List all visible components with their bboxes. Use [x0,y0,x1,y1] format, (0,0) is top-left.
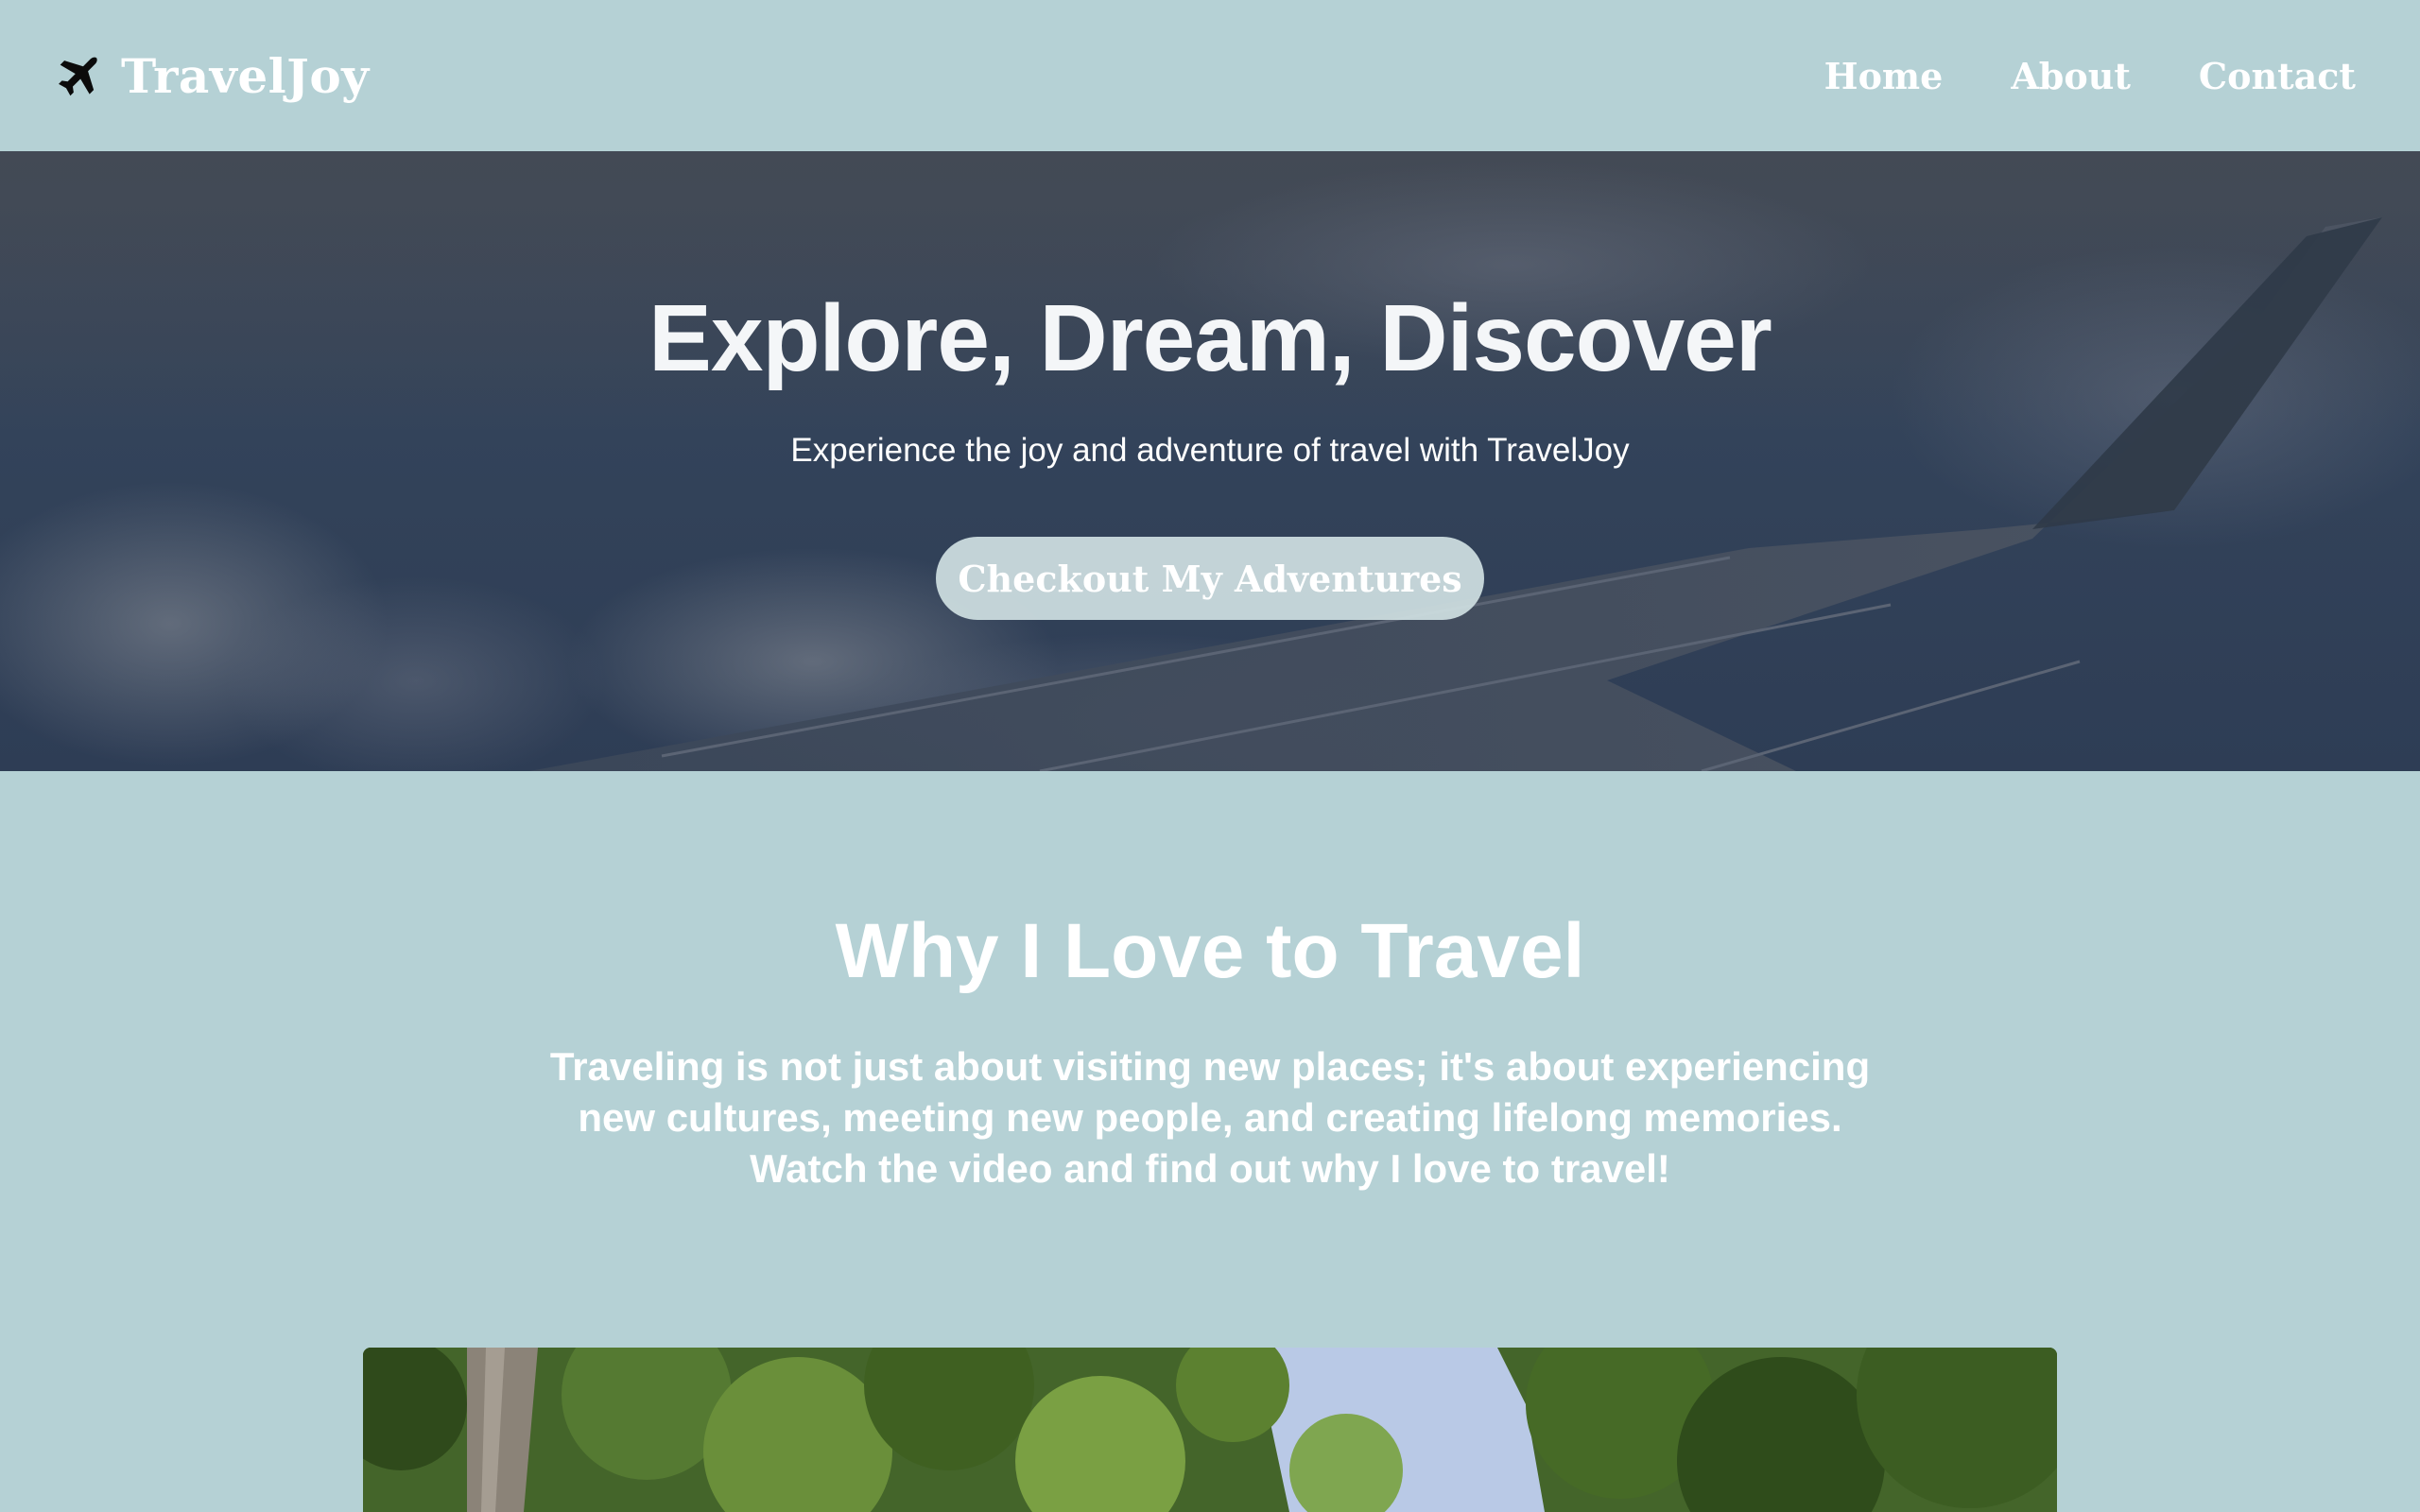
airplane-icon [59,57,97,96]
section-title: Why I Love to Travel [835,908,1585,994]
brand-name: TravelJoy [121,47,370,104]
nav-links: Home About Contact [1824,55,2356,97]
hero-content: Explore, Dream, Discover Experience the … [0,151,2420,771]
brand-link[interactable]: TravelJoy [49,48,370,104]
nav-link-contact[interactable]: Contact [2199,55,2356,97]
nav-link-home[interactable]: Home [1824,55,1944,97]
nav-link-about[interactable]: About [2011,55,2131,97]
hero-title: Explore, Dream, Discover [648,285,1772,391]
section-description: Traveling is not just about visiting new… [549,1044,1871,1191]
checkout-adventures-button[interactable]: Checkout My Adventures [936,537,1484,620]
travel-video[interactable] [363,1348,2057,1512]
hero-subtitle: Experience the joy and adventure of trav… [790,432,1630,469]
top-navbar: TravelJoy Home About Contact [0,0,2420,151]
video-thumbnail-image [363,1348,2057,1512]
hero-banner: Explore, Dream, Discover Experience the … [0,151,2420,771]
